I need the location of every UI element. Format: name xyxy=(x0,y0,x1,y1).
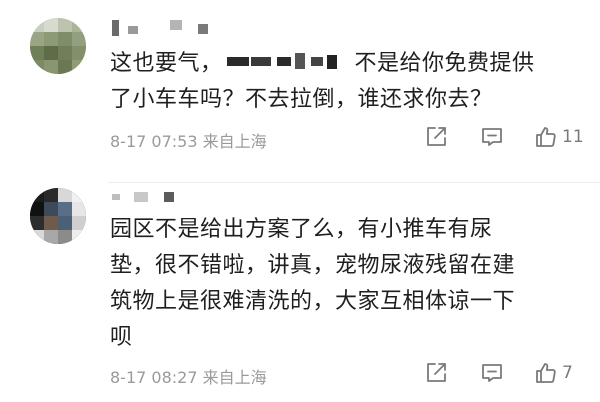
share-icon xyxy=(424,361,448,385)
like-count: 7 xyxy=(562,363,573,383)
comment-meta: 8-17 08:27 来自上海 xyxy=(110,364,267,388)
comment-item: 这也要气， 不是给你免费提供 了小车车吗？不去拉倒，谁还求你去？ 8-17 07:… xyxy=(0,0,600,182)
username[interactable] xyxy=(112,188,192,208)
redacted-mention xyxy=(223,49,341,73)
comment-location: 来自上海 xyxy=(202,132,267,151)
username[interactable] xyxy=(112,18,222,38)
comment-text: 这也要气， 不是给你免费提供 了小车车吗？不去拉倒，谁还求你去？ xyxy=(110,46,570,118)
comment-line: 园区不是给出方案了么，有小推车有尿 xyxy=(110,217,493,242)
comment-line: 筑物上是很难清洗的，大家互相体谅一下 xyxy=(110,289,516,314)
share-button[interactable] xyxy=(424,358,448,388)
comment-text: 园区不是给出方案了么，有小推车有尿 垫，很不错啦，讲真，宠物尿液残留在建 筑物上… xyxy=(110,212,570,356)
reply-button[interactable] xyxy=(480,122,504,152)
comment-time: 08:27 xyxy=(151,368,198,387)
like-button[interactable]: 7 xyxy=(534,358,573,388)
reply-button[interactable] xyxy=(480,358,504,388)
comment-actions: 7 xyxy=(400,358,600,388)
comment-icon xyxy=(480,125,504,149)
comment-location: 来自上海 xyxy=(202,368,267,387)
comment-item: 园区不是给出方案了么，有小推车有尿 垫，很不错啦，讲真，宠物尿液残留在建 筑物上… xyxy=(0,182,600,402)
thumbs-up-icon xyxy=(534,125,558,149)
comment-line: 呗 xyxy=(110,325,133,350)
share-icon xyxy=(424,125,448,149)
like-count: 11 xyxy=(562,127,584,147)
comment-actions: 11 xyxy=(400,122,600,152)
comment-date: 8-17 xyxy=(110,132,147,151)
like-button[interactable]: 11 xyxy=(534,122,584,152)
comment-line: 这也要气， 不是给你免费提供 xyxy=(110,49,535,76)
thumbs-up-icon xyxy=(534,361,558,385)
comment-meta: 8-17 07:53 来自上海 xyxy=(110,128,267,152)
comment-icon xyxy=(480,361,504,385)
comment-time: 07:53 xyxy=(151,132,198,151)
comment-date: 8-17 xyxy=(110,368,147,387)
comment-line: 了小车车吗？不去拉倒，谁还求你去？ xyxy=(110,87,493,112)
avatar[interactable] xyxy=(30,18,86,74)
comment-line: 垫，很不错啦，讲真，宠物尿液残留在建 xyxy=(110,253,516,278)
share-button[interactable] xyxy=(424,122,448,152)
avatar[interactable] xyxy=(30,188,86,244)
